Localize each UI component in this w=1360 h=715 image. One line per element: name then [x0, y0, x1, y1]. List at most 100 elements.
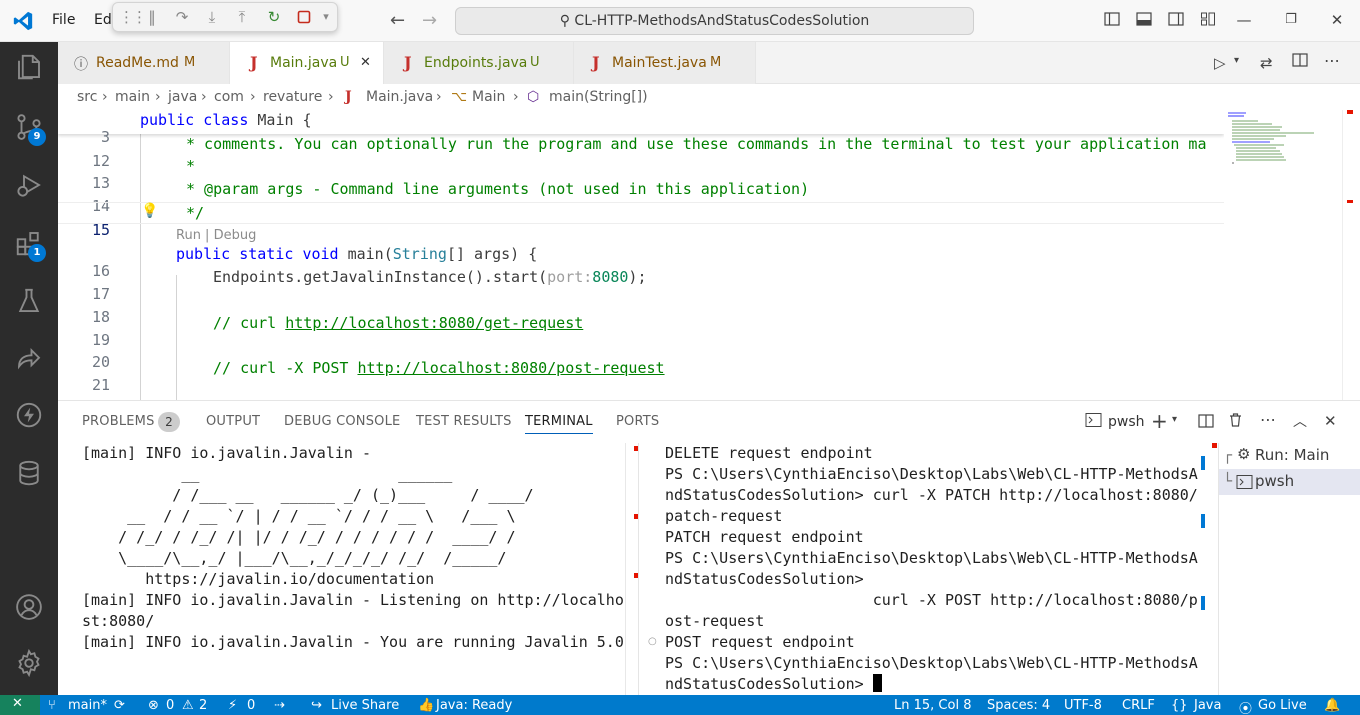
tab-maintest-java[interactable]: J MainTest.java M — [574, 42, 756, 84]
more-actions-icon[interactable]: ⋯ — [1324, 51, 1340, 70]
accounts-icon[interactable] — [14, 592, 44, 622]
code-line-14[interactable]: 14 * @param args - Command line argument… — [58, 179, 1224, 215]
compare-changes-icon[interactable]: ⇄ — [1260, 54, 1273, 72]
terminal-list-item-run-main[interactable]: ┌ ⚙ Run: Main — [1219, 443, 1360, 469]
warning-count[interactable]: 2 — [199, 698, 207, 713]
terminal-list-item-pwsh[interactable]: └ pwsh — [1219, 469, 1360, 495]
toggle-primary-sidebar-icon[interactable] — [1103, 11, 1121, 29]
language-mode[interactable]: Java — [1194, 698, 1221, 713]
codelens-run-debug[interactable]: Run | Debug — [176, 228, 256, 243]
panel-tab-test-results[interactable]: TEST RESULTS — [416, 414, 512, 429]
debug-launch-icon[interactable]: ⇢ — [274, 698, 285, 713]
testing-icon[interactable] — [14, 286, 44, 316]
back-arrow-icon[interactable]: ← — [390, 10, 405, 31]
menu-edit[interactable]: Ed — [94, 12, 112, 28]
terminal-right-output[interactable]: DELETE request endpoint PS C:\Users\Cynth… — [665, 443, 1198, 695]
close-panel-icon[interactable]: ✕ — [1324, 412, 1337, 430]
explorer-icon[interactable] — [14, 52, 44, 82]
step-into-icon[interactable]: ⤓ — [203, 8, 221, 26]
tab-endpoints-java[interactable]: J Endpoints.java U — [384, 42, 574, 84]
panel-tab-output[interactable]: OUTPUT — [206, 414, 260, 429]
code-line-12[interactable]: 12 * comments. You can optionally run th… — [58, 134, 1224, 170]
new-terminal-icon[interactable]: + — [1151, 409, 1168, 433]
more-actions-icon[interactable]: ⋯ — [1260, 410, 1276, 429]
kill-terminal-icon[interactable] — [1228, 412, 1243, 432]
breadcrumb-item[interactable]: java — [168, 89, 197, 105]
chevron-down-icon[interactable]: ▾ — [1234, 55, 1239, 66]
live-share-icon[interactable] — [14, 344, 44, 374]
forward-arrow-icon[interactable]: → — [422, 10, 437, 31]
database-icon[interactable] — [14, 458, 44, 488]
toggle-secondary-sidebar-icon[interactable] — [1167, 11, 1185, 29]
code-line-13[interactable]: 13 * — [58, 156, 1224, 192]
toggle-panel-icon[interactable] — [1135, 11, 1153, 29]
comment-link[interactable]: http://localhost:8080/post-request — [358, 359, 665, 377]
vscode-logo-icon[interactable] — [12, 10, 34, 32]
code-line-22[interactable]: 22 — [58, 381, 1224, 400]
chevron-down-icon[interactable]: ▾ — [317, 8, 335, 26]
error-count[interactable]: 0 — [166, 698, 174, 713]
go-live[interactable]: Go Live — [1258, 698, 1307, 713]
breadcrumb-item[interactable]: src — [77, 89, 97, 105]
code-editor[interactable]: 3 public class Main { 12 * comments. You… — [58, 110, 1224, 400]
tab-main-java[interactable]: J Main.java U ✕ — [230, 42, 384, 84]
terminal-left-output[interactable]: [main] INFO io.javalin.Javalin - __ ____… — [82, 443, 624, 653]
java-status[interactable]: Java: Ready — [436, 698, 512, 713]
settings-gear-icon[interactable] — [14, 648, 44, 678]
tab-readme[interactable]: ⓘ ReadMe.md M — [58, 42, 230, 84]
code-line-15-current[interactable]: 15 💡 */ — [58, 202, 1224, 239]
indentation[interactable]: Spaces: 4 — [987, 698, 1050, 713]
split-terminal-icon[interactable] — [1198, 413, 1214, 433]
step-over-icon[interactable]: ↷ — [173, 8, 191, 26]
breadcrumb-item[interactable]: com — [214, 89, 244, 105]
split-editor-icon[interactable] — [1292, 52, 1308, 72]
panel-tab-debug-console[interactable]: DEBUG CONSOLE — [284, 414, 400, 429]
thunder-client-icon[interactable] — [14, 400, 44, 430]
line-endings[interactable]: CRLF — [1122, 698, 1155, 713]
editor-scrollbar[interactable] — [1342, 110, 1360, 400]
minimize-icon[interactable]: — — [1235, 11, 1253, 29]
maximize-panel-icon[interactable]: ︿ — [1293, 411, 1307, 431]
pause-icon[interactable]: ‖ — [143, 8, 161, 26]
code-line-20[interactable]: 20 — [58, 335, 1224, 371]
breadcrumb-item[interactable]: Main — [472, 89, 505, 105]
drag-handle-icon[interactable]: ⋮⋮ — [119, 8, 147, 26]
remote-indicator[interactable]: ✕ — [0, 695, 40, 715]
chevron-down-icon[interactable]: ▾ — [1172, 414, 1177, 425]
terminal-split-divider[interactable] — [638, 443, 639, 696]
menu-file[interactable]: File — [52, 12, 75, 28]
sync-icon[interactable]: ⟳ — [114, 698, 125, 713]
notifications-bell-icon[interactable]: 🔔 — [1324, 698, 1340, 713]
breadcrumb-item[interactable]: revature — [263, 89, 322, 105]
restore-icon[interactable]: ❐ — [1282, 11, 1300, 29]
command-center-search[interactable]: ⚲ CL-HTTP-MethodsAndStatusCodesSolution — [455, 7, 974, 35]
stop-icon[interactable] — [295, 8, 313, 26]
restart-icon[interactable]: ↻ — [265, 8, 283, 26]
breadcrumb-item[interactable]: Main.java — [366, 89, 433, 105]
sticky-scroll-line[interactable]: 3 public class Main { — [58, 110, 1224, 146]
breadcrumb-item[interactable]: main(String[]) — [549, 89, 648, 105]
code-line-18[interactable]: 18 — [58, 290, 1224, 326]
run-file-icon[interactable]: ▷ — [1214, 54, 1226, 72]
panel-tab-problems[interactable]: PROBLEMS — [82, 414, 155, 429]
cursor-position[interactable]: Ln 15, Col 8 — [894, 698, 971, 713]
code-line-16[interactable]: 16 public static void main(String[] args… — [58, 244, 1224, 280]
live-share-label[interactable]: Live Share — [331, 698, 399, 713]
panel-tab-terminal[interactable]: TERMINAL — [525, 414, 593, 434]
branch-name[interactable]: main* — [68, 698, 107, 713]
close-window-icon[interactable]: ✕ — [1328, 11, 1346, 29]
lightbulb-icon[interactable]: 💡 — [141, 203, 158, 219]
customize-layout-icon[interactable] — [1199, 11, 1217, 29]
code-line-21[interactable]: 21 // curl -X POST http://localhost:8080… — [58, 358, 1224, 394]
close-tab-icon[interactable]: ✕ — [360, 55, 371, 70]
code-line-19[interactable]: 19 // curl http://localhost:8080/get-req… — [58, 313, 1224, 349]
breadcrumb-item[interactable]: main — [115, 89, 150, 105]
panel-tab-ports[interactable]: PORTS — [616, 414, 659, 429]
comment-link[interactable]: http://localhost:8080/get-request — [285, 314, 583, 332]
ports-count[interactable]: 0 — [247, 698, 255, 713]
step-out-icon[interactable]: ⤒ — [233, 8, 251, 26]
minimap[interactable] — [1224, 110, 1342, 400]
terminal-shell-name[interactable]: pwsh — [1108, 414, 1145, 430]
encoding[interactable]: UTF-8 — [1064, 698, 1102, 713]
run-debug-icon[interactable] — [14, 170, 44, 200]
